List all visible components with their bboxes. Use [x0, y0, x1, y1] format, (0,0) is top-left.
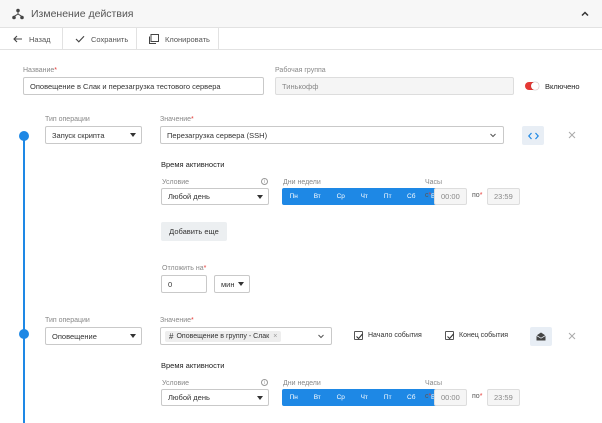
- close-icon[interactable]: [568, 332, 576, 340]
- add-more-button[interactable]: Добавить еще: [161, 222, 227, 241]
- day-wed[interactable]: Ср: [329, 389, 353, 406]
- from-time[interactable]: 00:00: [434, 389, 467, 406]
- close-icon[interactable]: [568, 131, 576, 139]
- event-end-checkbox[interactable]: [445, 331, 454, 340]
- clone-button[interactable]: Клонировать: [137, 28, 219, 50]
- condition-label: Условие: [162, 179, 190, 186]
- from-time[interactable]: 00:00: [434, 188, 467, 205]
- condition-label: Условие: [162, 380, 190, 387]
- activity-title: Время активности: [161, 160, 225, 169]
- weekday-selector: Пн Вт Ср Чт Пт Сб Вс: [282, 389, 447, 406]
- day-thu[interactable]: Чт: [353, 188, 377, 205]
- weekdays-label: Дни недели: [283, 380, 321, 387]
- day-mon[interactable]: Пн: [282, 188, 306, 205]
- day-mon[interactable]: Пн: [282, 389, 306, 406]
- group-label: Рабочая группа: [275, 67, 326, 74]
- day-sat[interactable]: Сб: [400, 188, 424, 205]
- dropdown-arrow-icon: [130, 133, 136, 137]
- delay-input[interactable]: 0: [161, 275, 207, 293]
- info-icon: i: [261, 379, 268, 386]
- op-value-label: Значение*: [160, 116, 194, 123]
- op-value-multiselect[interactable]: # Оповещение в группу - Слак ×: [160, 327, 332, 345]
- name-label: Название*: [23, 67, 58, 74]
- day-thu[interactable]: Чт: [353, 389, 377, 406]
- code-icon: [527, 132, 539, 139]
- info-icon: i: [261, 178, 268, 185]
- weekday-selector: Пн Вт Ср Чт Пт Сб Вс: [282, 188, 447, 205]
- day-tue[interactable]: Вт: [306, 188, 330, 205]
- from-label: с*: [425, 192, 432, 199]
- mail-icon: [536, 332, 546, 341]
- day-wed[interactable]: Ср: [329, 188, 353, 205]
- timeline-dot: [19, 329, 29, 339]
- copy-icon: [149, 34, 159, 44]
- hours-label: Часы: [425, 380, 443, 387]
- delay-label: Отложить на*: [162, 265, 207, 272]
- page-title: Изменение действия: [31, 8, 134, 20]
- dropdown-arrow-icon: [238, 282, 244, 286]
- group-field: Тинькофф: [275, 77, 514, 95]
- chevron-up-icon[interactable]: [580, 9, 590, 19]
- op-type-select[interactable]: Запуск скрипта: [45, 126, 142, 144]
- to-label: по*: [472, 192, 483, 199]
- save-button[interactable]: Сохранить: [63, 28, 137, 50]
- hash-icon: #: [169, 331, 174, 341]
- delay-unit-select[interactable]: мин: [214, 275, 250, 293]
- event-start-label: Начало события: [368, 332, 422, 339]
- event-start-checkbox[interactable]: [354, 331, 363, 340]
- chevron-down-icon: [490, 133, 496, 138]
- weekdays-label: Дни недели: [283, 179, 321, 186]
- arrow-left-icon: [13, 35, 22, 43]
- day-sat[interactable]: Сб: [400, 389, 424, 406]
- back-button[interactable]: Назад: [0, 28, 63, 50]
- check-icon: [447, 333, 454, 340]
- to-time[interactable]: 23:59: [487, 188, 520, 205]
- clone-label: Клонировать: [165, 34, 210, 44]
- dropdown-arrow-icon: [257, 395, 263, 400]
- dropdown-arrow-icon: [257, 194, 263, 199]
- value-tag: # Оповещение в группу - Слак ×: [165, 330, 282, 342]
- to-label: по*: [472, 393, 483, 400]
- op-type-label: Тип операции: [45, 116, 90, 123]
- op-value-select[interactable]: Перезагрузка сервера (SSH): [160, 126, 504, 144]
- check-icon: [356, 333, 363, 340]
- op-type-select[interactable]: Оповещение: [45, 327, 142, 345]
- tag-remove-icon[interactable]: ×: [273, 333, 277, 340]
- from-label: с*: [425, 393, 432, 400]
- op-type-label: Тип операции: [45, 317, 90, 324]
- back-label: Назад: [29, 34, 51, 44]
- timeline-line: [23, 136, 25, 423]
- name-field[interactable]: Оповещение в Слак и перезагрузка тестово…: [23, 77, 264, 95]
- workflow-icon: [12, 8, 24, 20]
- code-button[interactable]: [522, 126, 544, 145]
- window-header: Изменение действия: [0, 0, 602, 28]
- check-icon: [75, 35, 85, 43]
- activity-title: Время активности: [161, 361, 225, 370]
- enabled-toggle[interactable]: [525, 82, 539, 90]
- dropdown-arrow-icon: [130, 334, 136, 338]
- op-value-label: Значение*: [160, 317, 194, 324]
- enabled-label: Включено: [545, 82, 580, 91]
- day-fri[interactable]: Пт: [376, 389, 400, 406]
- condition-select[interactable]: Любой день: [161, 188, 269, 205]
- day-fri[interactable]: Пт: [376, 188, 400, 205]
- to-time[interactable]: 23:59: [487, 389, 520, 406]
- save-label: Сохранить: [91, 34, 129, 44]
- timeline-dot: [19, 131, 29, 141]
- mail-button[interactable]: [530, 327, 552, 346]
- condition-select[interactable]: Любой день: [161, 389, 269, 406]
- event-end-label: Конец события: [459, 332, 509, 339]
- toolbar: Назад Сохранить Клонировать: [0, 28, 602, 50]
- hours-label: Часы: [425, 179, 443, 186]
- day-tue[interactable]: Вт: [306, 389, 330, 406]
- chevron-down-icon: [318, 334, 324, 339]
